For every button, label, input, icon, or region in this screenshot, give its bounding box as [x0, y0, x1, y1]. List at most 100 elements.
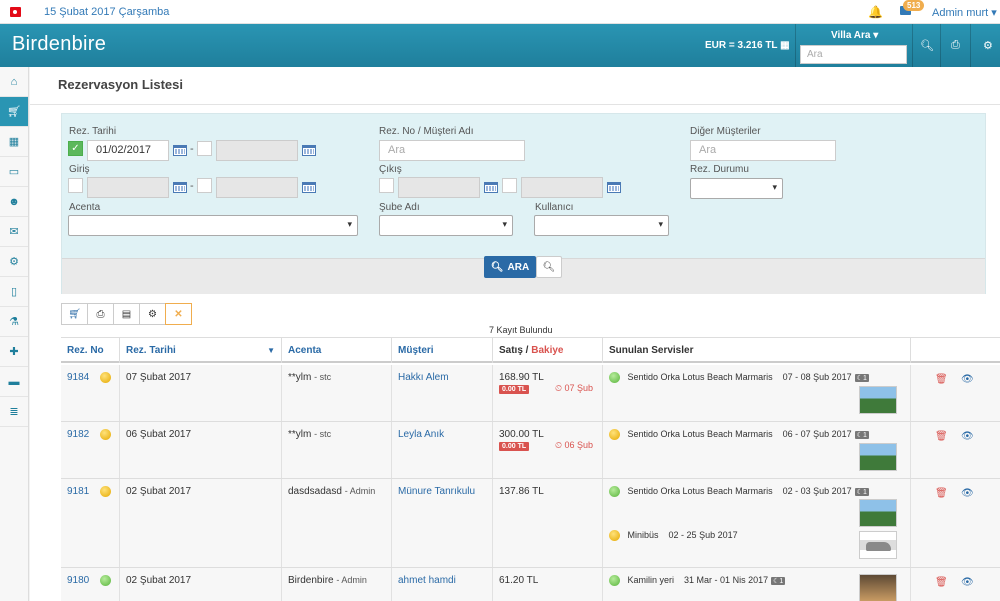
calendar-icon[interactable]: [173, 145, 187, 156]
col-musteri[interactable]: Müşteri: [392, 338, 493, 363]
satis-cell: 61.20 TL: [493, 568, 603, 601]
rez-tarihi-end-input[interactable]: [216, 140, 298, 161]
search-icon[interactable]: 🔍︎: [920, 39, 934, 52]
credit-card-icon[interactable]: ▬: [0, 367, 28, 397]
bell-icon[interactable]: 🔔: [868, 5, 883, 19]
settings-button[interactable]: ⚙: [139, 303, 166, 325]
rez-durumu-select[interactable]: [690, 178, 783, 199]
app-logo[interactable]: Birdenbire: [12, 33, 106, 56]
rez-date-cell: 02 Şubat 2017: [120, 479, 282, 567]
acenta-label: Acenta: [69, 202, 101, 213]
trash-icon[interactable]: 🗑︎: [935, 431, 948, 442]
trash-icon[interactable]: 🗑︎: [935, 577, 948, 588]
musteri-link[interactable]: Leyla Anık: [398, 429, 444, 440]
content-area: Rezervasyon Listesi Rez. Tarihi ✓ 01/02/…: [30, 67, 1000, 601]
cart-icon[interactable]: 🛒︎: [0, 97, 28, 127]
vehicle-thumbnail[interactable]: [859, 531, 897, 559]
close-icon: ✕: [174, 308, 183, 320]
print-button[interactable]: ⎙: [87, 303, 114, 325]
calendar-icon[interactable]: [173, 182, 187, 193]
calendar-icon[interactable]: [484, 182, 498, 193]
trash-icon[interactable]: 🗑︎: [935, 488, 948, 499]
rez-no-link[interactable]: 9180: [67, 575, 89, 586]
giris-end-checkbox[interactable]: [197, 178, 212, 193]
hotel-thumbnail[interactable]: [859, 499, 897, 527]
due-date: ⏲ 07 Şub: [555, 383, 594, 393]
rez-no-input[interactable]: Ara: [379, 140, 525, 161]
table-row[interactable]: 9180 02 Şubat 2017 Birdenbire - Admin ah…: [61, 568, 1000, 601]
calendar-icon[interactable]: [302, 145, 316, 156]
cikis-end-input[interactable]: [521, 177, 603, 198]
export-button[interactable]: ▤: [113, 303, 140, 325]
hotel-thumbnail[interactable]: [859, 443, 897, 471]
calendar-icon[interactable]: ▦: [0, 127, 28, 157]
cart-button[interactable]: 🛒︎: [61, 303, 88, 325]
villa-search-input[interactable]: Ara: [800, 45, 907, 64]
diger-musteriler-input[interactable]: Ara: [690, 140, 836, 161]
room-thumbnail[interactable]: [859, 574, 897, 601]
col-servisler: Sunulan Servisler: [603, 338, 911, 363]
services-cell: Sentido Orka Lotus Beach Marmaris 02 - 0…: [603, 479, 911, 567]
giris-start-input[interactable]: [87, 177, 169, 198]
rez-no-link[interactable]: 9184: [67, 372, 89, 383]
musteri-link[interactable]: Münure Tanrıkulu: [398, 486, 475, 497]
musteri-link[interactable]: ahmet hamdi: [398, 575, 456, 586]
eye-icon[interactable]: 👁︎: [961, 431, 974, 442]
calendar-icon[interactable]: [302, 182, 316, 193]
gear-icon[interactable]: ⚙: [983, 39, 993, 52]
cikis-checkbox[interactable]: [379, 178, 394, 193]
status-yellow-icon: [100, 486, 112, 497]
title-bar: Rezervasyon Listesi: [30, 67, 1000, 105]
eye-icon[interactable]: 👁︎: [961, 374, 974, 385]
due-date: ⏲ 06 Şub: [555, 440, 594, 450]
col-acenta[interactable]: Acenta: [282, 338, 392, 363]
hotel-thumbnail[interactable]: [859, 386, 897, 414]
kullanici-select[interactable]: [534, 215, 669, 236]
col-rez-no[interactable]: Rez. No: [61, 338, 120, 363]
col-satis[interactable]: Satış / Bakiye: [493, 338, 603, 363]
home-icon[interactable]: ⌂: [0, 67, 28, 97]
sube-select[interactable]: [379, 215, 513, 236]
rez-tarihi-start-input[interactable]: 01/02/2017: [87, 140, 169, 161]
user-menu[interactable]: Admin murt ▾: [932, 6, 997, 19]
bakiye-badge: 0.00 TL: [499, 385, 530, 394]
rez-tarihi-end-checkbox[interactable]: [197, 141, 212, 156]
acenta-select[interactable]: [68, 215, 358, 236]
search-button[interactable]: 🔍︎ ARA: [484, 256, 536, 278]
rez-no-link[interactable]: 9181: [67, 486, 89, 497]
money-icon[interactable]: ▭: [0, 157, 28, 187]
document-icon[interactable]: ≣: [0, 397, 28, 427]
musteri-link[interactable]: Hakkı Alem: [398, 372, 449, 383]
puzzle-icon[interactable]: ✚: [0, 337, 28, 367]
clear-button[interactable]: ✕: [165, 303, 192, 325]
users-icon[interactable]: ☻: [0, 187, 28, 217]
settings-icon[interactable]: ⚙: [0, 247, 28, 277]
search-icon: 🔍︎: [490, 261, 504, 273]
advanced-search-button[interactable]: 🔍︎: [536, 256, 562, 278]
table-toolbar: 🛒︎ ⎙ ▤ ⚙ ✕: [61, 303, 192, 325]
turkey-flag-icon[interactable]: [10, 7, 21, 17]
rez-no-link[interactable]: 9182: [67, 429, 89, 440]
cikis-start-input[interactable]: [398, 177, 480, 198]
rez-date-cell: 06 Şubat 2017: [120, 422, 282, 478]
top-bar: 15 Şubat 2017 Çarşamba 🔔 513 Admin murt …: [0, 0, 1000, 24]
rez-tarihi-checkbox[interactable]: ✓: [68, 141, 83, 156]
table-row[interactable]: 9184 07 Şubat 2017 **ylm - stc Hakkı Ale…: [61, 365, 1000, 422]
service-item: Kamilin yeri 31 Mar - 01 Nis 2017 ☾1: [609, 575, 786, 587]
col-rez-tarihi[interactable]: Rez. Tarihi ▼: [120, 338, 282, 363]
giris-checkbox[interactable]: [68, 178, 83, 193]
eye-icon[interactable]: 👁︎: [961, 577, 974, 588]
diger-musteriler-label: Diğer Müşteriler: [690, 126, 761, 137]
print-icon[interactable]: ⎙: [951, 39, 960, 52]
giris-end-input[interactable]: [216, 177, 298, 198]
calendar-icon[interactable]: [607, 182, 621, 193]
file-icon[interactable]: ▯: [0, 277, 28, 307]
cikis-end-checkbox[interactable]: [502, 178, 517, 193]
villa-search-dropdown[interactable]: Villa Ara ▾: [831, 30, 878, 41]
eye-icon[interactable]: 👁︎: [961, 488, 974, 499]
table-row[interactable]: 9182 06 Şubat 2017 **ylm - stc Leyla Anı…: [61, 422, 1000, 479]
envelope-icon[interactable]: ✉: [0, 217, 28, 247]
table-row[interactable]: 9181 02 Şubat 2017 dasdsadasd - Admin Mü…: [61, 479, 1000, 568]
trash-icon[interactable]: 🗑︎: [935, 374, 948, 385]
flask-icon[interactable]: ⚗: [0, 307, 28, 337]
